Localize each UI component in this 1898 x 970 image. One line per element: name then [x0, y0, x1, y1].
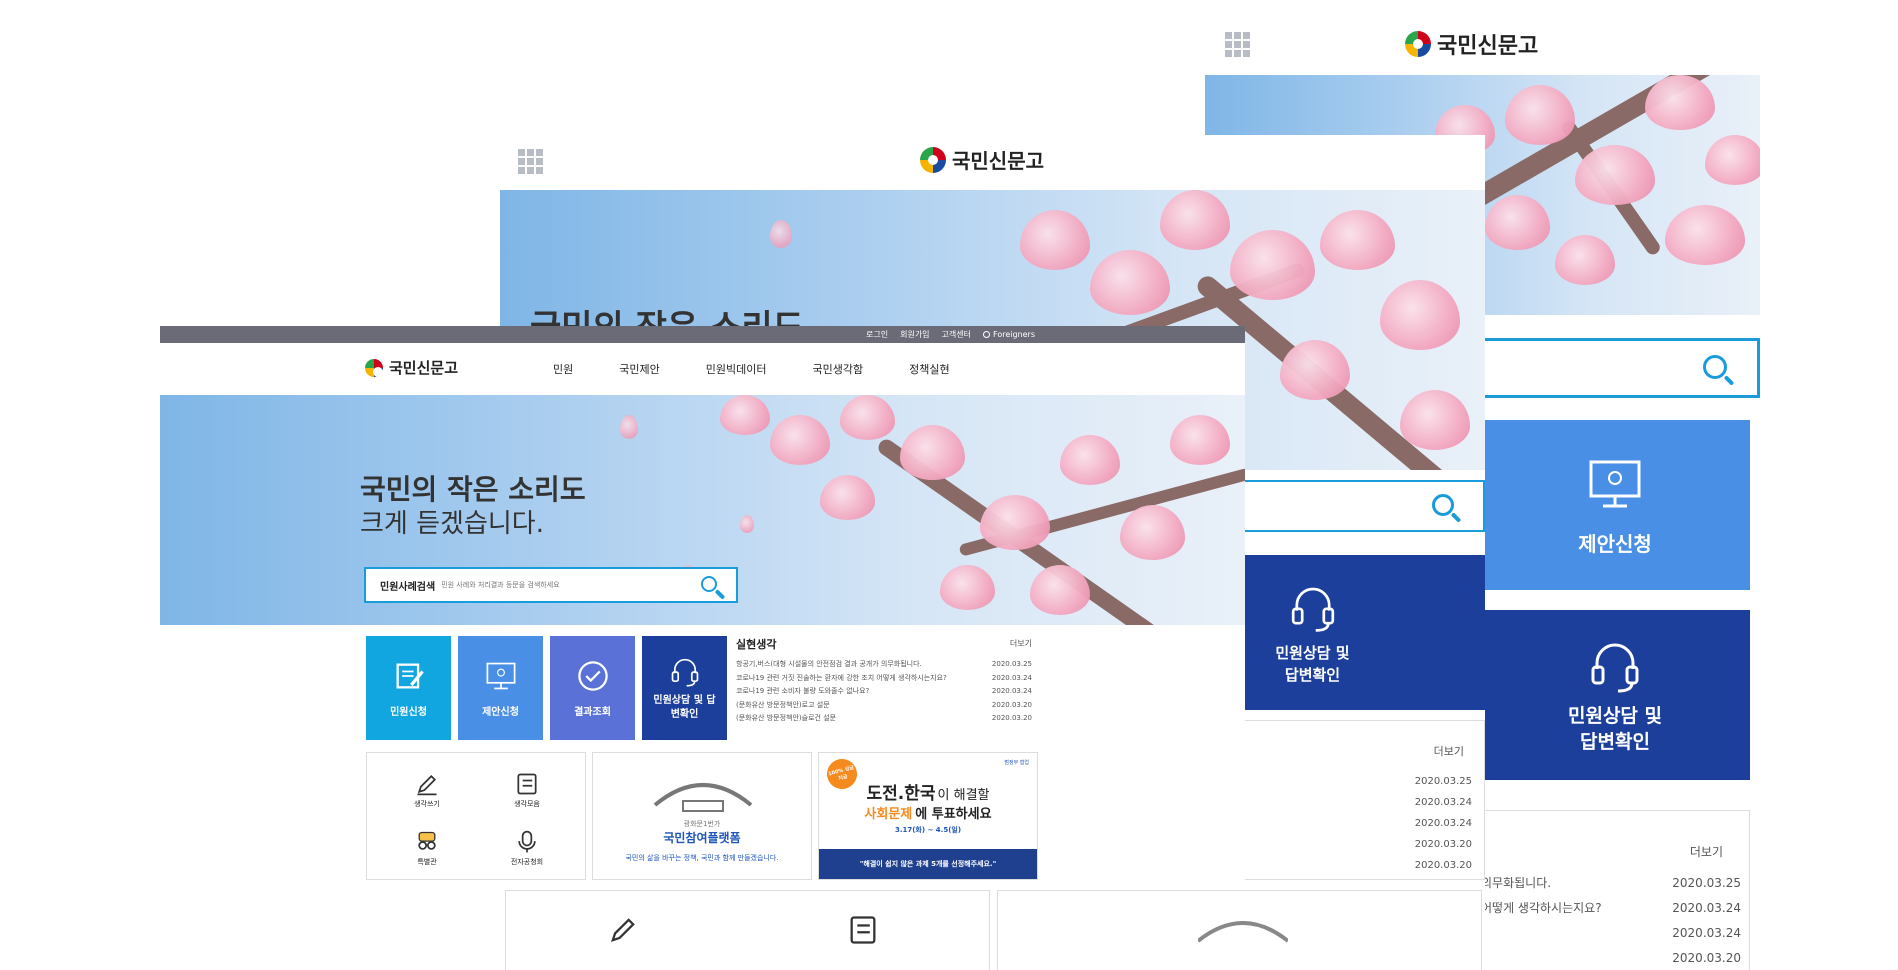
tile-consult[interactable]: 민원상담 및 답변확인 [642, 636, 727, 740]
login-link[interactable]: 로그인 [866, 329, 888, 340]
news-title: 실현생각 [736, 638, 777, 651]
back-news-row[interactable]: 의무화됩니다. 2020.03.25 [1481, 871, 1741, 896]
quick-links-card: 생각쓰기 생각모음 특별관 전자공청회 [366, 752, 586, 880]
microphone-icon [518, 830, 536, 853]
back-tile-proposal[interactable]: 제안신청 [1480, 420, 1750, 590]
menu-grid-icon[interactable] [1225, 32, 1250, 57]
utility-bar: 로그인 회원가입 고객센터 Foreigners [160, 326, 1245, 343]
search-label: 민원사례검색 [380, 581, 436, 593]
monitor-bulb-icon [1589, 460, 1641, 507]
promo-gwanghwamun[interactable]: 광화문1번가 국민참여플랫폼 국민의 삶을 바꾸는 정책, 국민과 함께 만들겠… [592, 752, 812, 880]
site-logo[interactable]: 국민신문고 [365, 357, 458, 378]
logo-mark-icon [1405, 31, 1431, 57]
hanok-roof-icon [653, 783, 753, 812]
pencil-icon [417, 774, 437, 796]
quick-link[interactable]: 생각모음 [497, 771, 557, 809]
help-center-link[interactable]: 고객센터 [942, 329, 971, 340]
nav-item-policy[interactable]: 정책실현 [909, 361, 949, 377]
quick-link[interactable]: 특별관 [397, 829, 457, 867]
news-item[interactable]: 항공기,버스(대형 시설물의 안전점검 결과 공개가 의무화됩니다. 2020.0… [736, 658, 1032, 672]
news-item[interactable]: (문화유산 방문정책안)로고 설문 2020.03.20 [736, 699, 1032, 713]
tile-proposal[interactable]: 제안신청 [458, 636, 543, 740]
back-logo[interactable]: 국민신문고 [1405, 28, 1538, 60]
news-item[interactable]: 코로나19 관련 소비자 불량 도와줄수 없나요? 2020.03.24 [736, 685, 1032, 699]
nav-item-bigdata[interactable]: 민원빅데이터 [706, 361, 767, 377]
hero-search-box[interactable]: 민원사례검색 [364, 567, 738, 603]
news-item[interactable]: 코로나19 관련 거짓 진술하는 환자에 강한 조치 어떻게 생각하시는지요? 2… [736, 672, 1032, 686]
back-news-row[interactable]: 어떻게 생각하시는지요? 2020.03.24 [1481, 896, 1741, 921]
nav-item-thoughts[interactable]: 국민생각함 [812, 361, 863, 377]
search-icon[interactable] [701, 576, 717, 592]
list-icon [850, 916, 876, 944]
foreigners-link[interactable]: Foreigners [983, 330, 1035, 339]
headset-icon [1291, 587, 1334, 632]
main-nav: 민원 국민제안 민원빅데이터 국민생각함 정책실현 [553, 361, 950, 377]
back-search-box[interactable] [1480, 338, 1760, 398]
menu-grid-icon[interactable] [518, 149, 543, 174]
edit-document-icon [396, 663, 424, 688]
back-tile-consult[interactable]: 민원상담 및 답변확인 [1480, 610, 1750, 780]
middle-bottom-card-left [505, 890, 990, 970]
hero-subtitle: 크게 듣겠습니다. [360, 509, 544, 539]
tile-result[interactable]: 결과조회 [550, 636, 635, 740]
hero-banner: 국민의 작은 소리도 크게 듣겠습니다. 민원사례검색 [160, 395, 1245, 625]
back-news-panel: 더보기 의무화됩니다. 2020.03.25 어떻게 생각하시는지요? 2020.0… [1480, 810, 1750, 970]
middle-logo[interactable]: 국민신문고 [920, 145, 1044, 174]
back-news-more[interactable]: 더보기 [1690, 843, 1723, 860]
check-circle-icon [577, 660, 608, 691]
tile-complaint[interactable]: 민원신청 [366, 636, 451, 740]
hero-title: 국민의 작은 소리도 [360, 473, 586, 506]
middle-news-more[interactable]: 더보기 [1434, 743, 1464, 759]
globe-icon [983, 331, 990, 338]
signup-link[interactable]: 회원가입 [900, 329, 929, 340]
list-icon [517, 773, 537, 795]
news-item[interactable]: (문화유산 방문정책안)슬로건 설문 2020.03.20 [736, 712, 1032, 726]
nav-item-minwon[interactable]: 민원 [553, 361, 573, 377]
logo-mark-icon [365, 358, 383, 377]
headset-icon [1591, 643, 1639, 693]
hanok-roof-icon [1198, 921, 1288, 943]
nav-item-proposal[interactable]: 국민제안 [619, 361, 659, 377]
site-header: 국민신문고 민원 국민제안 민원빅데이터 국민생각함 정책실현 [160, 343, 1245, 395]
quick-link[interactable]: 전자공청회 [497, 829, 557, 867]
people-icon [418, 831, 436, 850]
pencil-icon [611, 918, 635, 942]
news-more[interactable]: 더보기 [1010, 638, 1032, 649]
middle-bottom-card-right [997, 890, 1482, 970]
news-panel: 실현생각 더보기 항공기,버스(대형 시설물의 안전점검 결과 공개가 의무화됩… [736, 636, 1036, 740]
front-screenshot: 로그인 회원가입 고객센터 Foreigners 국민신문고 민원 국민제안 민… [160, 326, 1245, 880]
monitor-bulb-icon [486, 662, 515, 689]
logo-mark-icon [920, 146, 946, 173]
quick-link[interactable]: 생각쓰기 [397, 771, 457, 809]
back-news-row[interactable]: 2020.03.20 [1481, 946, 1741, 970]
promo-challenge-korea[interactable]: 100% 상금지급 범정부 협업 도전.한국 이 해결할 사회문제 에 투표하세요 … [818, 752, 1038, 880]
headset-icon [671, 658, 698, 687]
back-news-row[interactable]: 2020.03.24 [1481, 921, 1741, 946]
search-icon[interactable] [1432, 494, 1454, 516]
search-icon[interactable] [1703, 355, 1727, 379]
search-input[interactable] [441, 581, 692, 589]
